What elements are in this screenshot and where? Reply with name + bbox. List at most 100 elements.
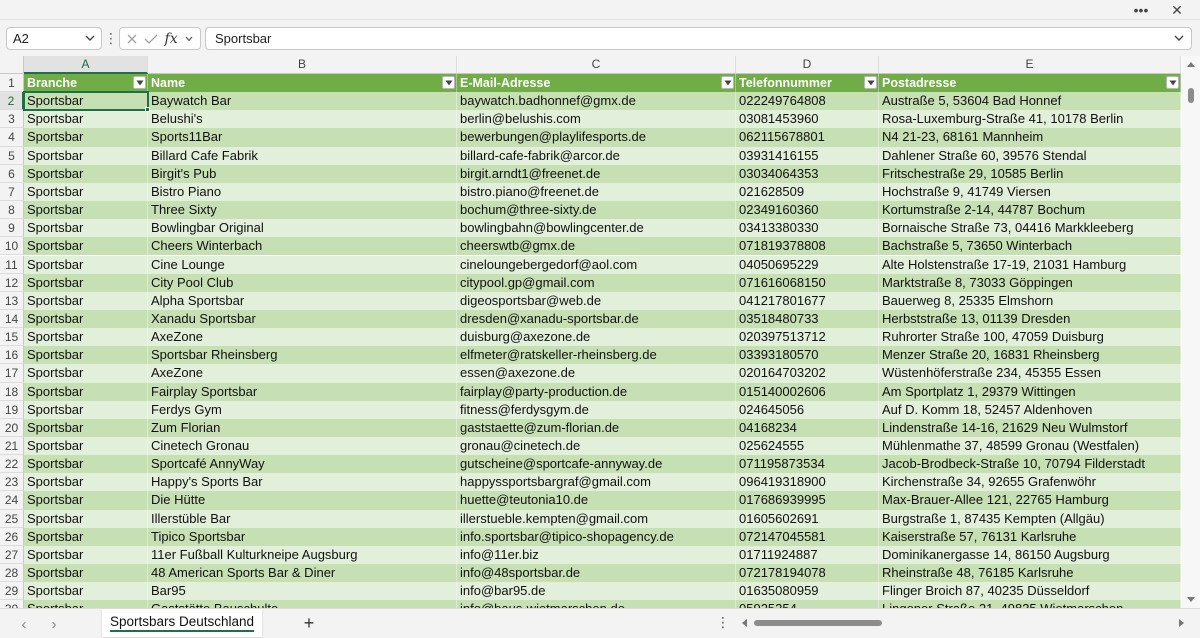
cell-name[interactable]: Bar95 <box>148 582 457 601</box>
cell-branche[interactable]: Sportsbar <box>24 418 148 437</box>
cell-email[interactable]: fairplay@party-production.de <box>457 382 736 401</box>
cell-branche[interactable]: Sportsbar <box>24 564 148 583</box>
row-number[interactable]: 22 <box>0 455 24 474</box>
cell-branche[interactable]: Sportsbar <box>24 182 148 202</box>
cell-phone[interactable]: 03034064353 <box>736 164 879 183</box>
cell-name[interactable]: Fairplay Sportsbar <box>148 382 457 401</box>
column-header-a[interactable]: A <box>24 56 148 74</box>
cell-branche[interactable]: Sportsbar <box>24 219 148 238</box>
expand-formula-icon[interactable] <box>1172 31 1186 45</box>
sheet-tab[interactable]: Sportsbars Deutschland <box>102 609 262 637</box>
cell-branche[interactable]: Sportsbar <box>24 146 148 165</box>
row-number[interactable]: 3 <box>0 110 24 129</box>
scroll-down-icon[interactable] <box>1186 594 1196 604</box>
row-number[interactable]: 7 <box>0 182 24 202</box>
row-number[interactable]: 10 <box>0 237 24 256</box>
cell-address[interactable]: Kirchenstraße 34, 92655 Grafenwöhr <box>879 473 1181 492</box>
cell-name[interactable]: Sports11Bar <box>148 128 457 147</box>
cell-address[interactable]: Lindenstraße 14-16, 21629 Neu Wulmstorf <box>879 418 1181 437</box>
cell-phone[interactable]: 03393180570 <box>736 346 879 365</box>
horizontal-scrollbar[interactable] <box>740 617 1186 629</box>
close-icon[interactable]: ✕ <box>1162 0 1192 20</box>
cell-email[interactable]: gronau@cinetech.de <box>457 437 736 456</box>
cell-phone[interactable]: 05925254 <box>736 600 879 608</box>
cell-email[interactable]: info@48sportsbar.de <box>457 564 736 583</box>
header-cell-phone[interactable]: Telefonnummer <box>736 74 879 93</box>
cell-email[interactable]: digeosportsbar@web.de <box>457 291 736 310</box>
cell-email[interactable]: dresden@xanadu-sportsbar.de <box>457 309 736 329</box>
cell-address[interactable]: Burgstraße 1, 87435 Kempten (Allgäu) <box>879 509 1181 528</box>
cell-address[interactable]: Wüstenhöferstraße 234, 45355 Essen <box>879 364 1181 383</box>
cell-branche[interactable]: Sportsbar <box>24 527 148 546</box>
cell-email[interactable]: happyssportsbargraf@gmail.com <box>457 473 736 492</box>
row-number[interactable]: 15 <box>0 328 24 347</box>
cell-email[interactable]: berlin@belushis.com <box>457 110 736 129</box>
cell-address[interactable]: Lingener Straße 21, 49835 Wietmarschen <box>879 600 1181 608</box>
cell-name[interactable]: Bowlingbar Original <box>148 219 457 238</box>
previous-sheet-icon[interactable]: ‹ <box>16 615 32 633</box>
row-number[interactable]: 30 <box>0 600 24 608</box>
cell-branche[interactable]: Sportsbar <box>24 328 148 347</box>
cell-address[interactable]: Dominikanergasse 14, 86150 Augsburg <box>879 545 1181 565</box>
cell-phone[interactable]: 071616068150 <box>736 273 879 292</box>
cell-address[interactable]: Kaiserstraße 57, 76131 Karlsruhe <box>879 527 1181 546</box>
cell-phone[interactable]: 01605602691 <box>736 509 879 528</box>
cell-email[interactable]: essen@axezone.de <box>457 364 736 383</box>
cell-address[interactable]: Am Sportplatz 1, 29379 Wittingen <box>879 382 1181 401</box>
scroll-left-icon[interactable] <box>740 618 750 628</box>
cell-email[interactable]: billard-cafe-fabrik@arcor.de <box>457 146 736 165</box>
cell-phone[interactable]: 01711924887 <box>736 545 879 565</box>
header-cell-address[interactable]: Postadresse <box>879 74 1181 93</box>
cell-phone[interactable]: 02349160360 <box>736 201 879 220</box>
cell-email[interactable]: baywatch.badhonnef@gmx.de <box>457 92 736 111</box>
cell-name[interactable]: Illerstüble Bar <box>148 509 457 528</box>
column-header-c[interactable]: C <box>457 56 736 74</box>
row-number[interactable]: 9 <box>0 219 24 238</box>
cell-name[interactable]: AxeZone <box>148 364 457 383</box>
cell-email[interactable]: info@11er.biz <box>457 545 736 565</box>
cell-address[interactable]: Herbststraße 13, 01139 Dresden <box>879 309 1181 329</box>
cell-name[interactable]: Three Sixty <box>148 201 457 220</box>
cell-phone[interactable]: 03518480733 <box>736 309 879 329</box>
cell-phone[interactable]: 041217801677 <box>736 291 879 310</box>
row-number[interactable]: 25 <box>0 509 24 528</box>
cell-address[interactable]: Flinger Broich 87, 40235 Düsseldorf <box>879 582 1181 601</box>
column-header-d[interactable]: D <box>736 56 879 74</box>
name-box[interactable]: A2 <box>6 27 102 50</box>
cell-name[interactable]: Gaststätte Bauschulte <box>148 600 457 608</box>
filter-dropdown-icon[interactable] <box>133 76 146 89</box>
cell-phone[interactable]: 024645056 <box>736 400 879 419</box>
cell-branche[interactable]: Sportsbar <box>24 273 148 292</box>
cell-phone[interactable]: 03081453960 <box>736 110 879 129</box>
row-number[interactable]: 29 <box>0 582 24 601</box>
cell-address[interactable]: Kortumstraße 2-14, 44787 Bochum <box>879 201 1181 220</box>
cell-phone[interactable]: 062115678801 <box>736 128 879 147</box>
cell-branche[interactable]: Sportsbar <box>24 582 148 601</box>
cell-name[interactable]: Tipico Sportsbar <box>148 527 457 546</box>
cell-address[interactable]: Dahlener Straße 60, 39576 Stendal <box>879 146 1181 165</box>
cell-name[interactable]: Xanadu Sportsbar <box>148 309 457 329</box>
row-number[interactable]: 21 <box>0 437 24 456</box>
cell-address[interactable]: Bornaische Straße 73, 04416 Markkleeberg <box>879 219 1181 238</box>
scroll-right-icon[interactable] <box>1176 618 1186 628</box>
cell-address[interactable]: Austraße 5, 53604 Bad Honnef <box>879 92 1181 111</box>
filter-dropdown-icon[interactable] <box>721 76 734 89</box>
cell-address[interactable]: Rosa-Luxemburg-Straße 41, 10178 Berlin <box>879 110 1181 129</box>
row-number[interactable]: 5 <box>0 146 24 165</box>
cell-address[interactable]: Jacob-Brodbeck-Straße 10, 70794 Filderst… <box>879 455 1181 474</box>
row-number[interactable]: 2 <box>0 92 24 111</box>
cell-name[interactable]: Sportcafé AnnyWay <box>148 455 457 474</box>
cell-name[interactable]: Cinetech Gronau <box>148 437 457 456</box>
cell-branche[interactable]: Sportsbar <box>24 491 148 510</box>
cell-email[interactable]: info.sportsbar@tipico-shopagency.de <box>457 527 736 546</box>
cell-address[interactable]: Marktstraße 8, 73033 Göppingen <box>879 273 1181 292</box>
chevron-down-icon[interactable] <box>83 31 97 45</box>
cell-branche[interactable]: Sportsbar <box>24 382 148 401</box>
cell-name[interactable]: 48 American Sports Bar & Diner <box>148 564 457 583</box>
cell-name[interactable]: Ferdys Gym <box>148 400 457 419</box>
tab-bar-more-icon[interactable]: ⋮ <box>716 614 730 634</box>
row-number[interactable]: 19 <box>0 400 24 419</box>
row-number[interactable]: 8 <box>0 201 24 220</box>
cell-name[interactable]: Bistro Piano <box>148 182 457 202</box>
cell-phone[interactable]: 020164703202 <box>736 364 879 383</box>
